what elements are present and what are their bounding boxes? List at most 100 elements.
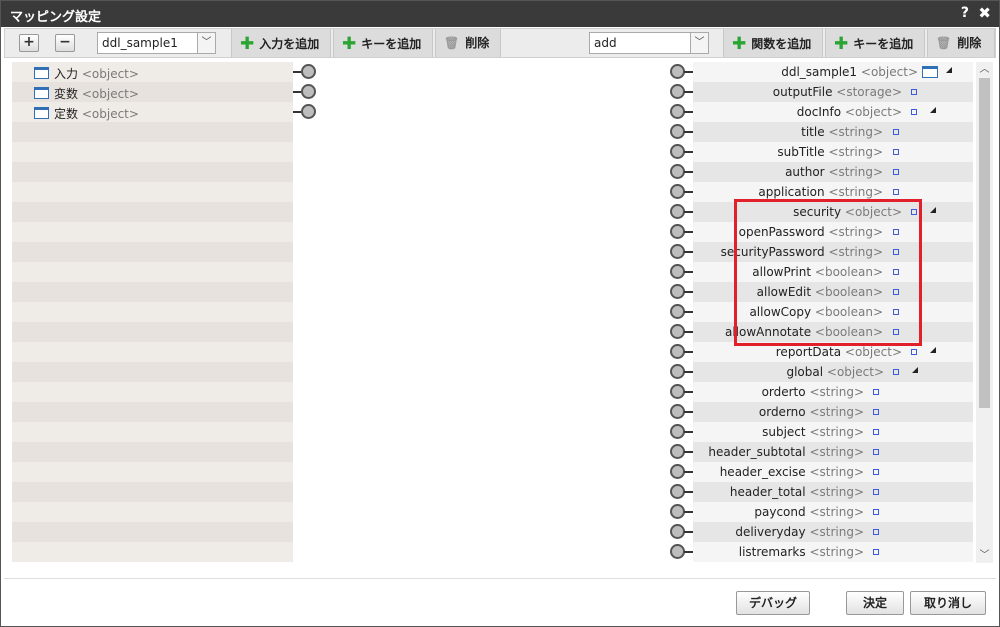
right-node[interactable]: listremarks <string> (739, 545, 864, 559)
connector-handle[interactable] (301, 84, 316, 99)
right-connector-icon[interactable] (670, 222, 694, 242)
right-node[interactable]: allowEdit <boolean> (757, 285, 883, 299)
connector-handle[interactable] (670, 464, 685, 479)
debug-button[interactable]: デバッグ (736, 591, 810, 615)
connector-handle[interactable] (670, 64, 685, 79)
right-function-select[interactable]: add ﹀ (589, 32, 709, 54)
right-node[interactable]: orderno <string> (759, 405, 864, 419)
right-delete-button[interactable]: 🗑 削除 (927, 29, 995, 57)
right-node[interactable]: allowAnnotate <boolean> (725, 325, 883, 339)
scroll-down-icon[interactable]: ﹀ (976, 548, 993, 563)
right-node[interactable]: subject <string> (762, 425, 864, 439)
right-node[interactable]: header_total <string> (730, 485, 864, 499)
connector-handle[interactable] (670, 504, 685, 519)
right-node[interactable]: securityPassword <string> (721, 245, 883, 259)
left-delete-button[interactable]: 🗑 削除 (435, 29, 501, 57)
right-connector-icon[interactable] (670, 322, 694, 342)
connector-handle[interactable] (670, 264, 685, 279)
right-connector-icon[interactable] (670, 242, 694, 262)
connector-handle[interactable] (670, 424, 685, 439)
scroll-up-icon[interactable]: ︿ (976, 62, 993, 77)
right-node[interactable]: openPassword <string> (739, 225, 883, 239)
left-node[interactable]: 定数 <object> (34, 105, 139, 122)
connector-handle[interactable] (670, 384, 685, 399)
connector-handle[interactable] (670, 304, 685, 319)
expand-triangle-icon[interactable] (912, 367, 918, 373)
expand-triangle-icon[interactable] (930, 207, 936, 213)
right-connector-icon[interactable] (670, 122, 694, 142)
connector-handle[interactable] (670, 484, 685, 499)
right-node[interactable]: allowCopy <boolean> (749, 305, 883, 319)
right-connector-icon[interactable] (670, 442, 694, 462)
left-connector-icon[interactable] (293, 62, 317, 82)
right-node[interactable]: application <string> (758, 185, 883, 199)
right-connector-icon[interactable] (670, 422, 694, 442)
right-node[interactable]: subTitle <string> (777, 145, 883, 159)
connector-handle[interactable] (670, 544, 685, 559)
connector-handle[interactable] (670, 224, 685, 239)
connector-handle[interactable] (301, 64, 316, 79)
left-connector-icon[interactable] (293, 82, 317, 102)
expand-all-button[interactable]: + (19, 34, 39, 52)
right-connector-icon[interactable] (670, 542, 694, 562)
help-icon[interactable]: ? (961, 5, 969, 21)
right-node[interactable]: outputFile <storage> (773, 85, 902, 99)
connector-handle[interactable] (670, 124, 685, 139)
vertical-scrollbar[interactable]: ︿ ﹀ (976, 62, 993, 563)
right-connector-icon[interactable] (670, 462, 694, 482)
connector-handle[interactable] (670, 164, 685, 179)
right-connector-icon[interactable] (670, 402, 694, 422)
connector-handle[interactable] (670, 444, 685, 459)
collapse-all-button[interactable]: − (55, 34, 75, 52)
cancel-button[interactable]: 取り消し (910, 591, 986, 615)
right-connector-icon[interactable] (670, 142, 694, 162)
left-node[interactable]: 入力 <object> (34, 65, 139, 82)
right-node[interactable]: docInfo <object> (797, 105, 902, 119)
connector-handle[interactable] (670, 84, 685, 99)
right-connector-icon[interactable] (670, 522, 694, 542)
right-node[interactable]: title <string> (801, 125, 883, 139)
connector-handle[interactable] (670, 284, 685, 299)
close-icon[interactable]: ✖ (978, 4, 991, 22)
expand-triangle-icon[interactable] (946, 67, 952, 73)
right-connector-icon[interactable] (670, 262, 694, 282)
left-add-key-button[interactable]: ✚ キーを追加 (333, 29, 433, 57)
right-node[interactable]: orderto <string> (762, 385, 864, 399)
ok-button[interactable]: 決定 (846, 591, 904, 615)
connector-handle[interactable] (670, 344, 685, 359)
right-node[interactable]: header_subtotal <string> (708, 445, 864, 459)
right-connector-icon[interactable] (670, 162, 694, 182)
connector-handle[interactable] (670, 104, 685, 119)
right-node[interactable]: author <string> (785, 165, 883, 179)
right-node[interactable]: global <object> (786, 365, 884, 379)
connector-handle[interactable] (301, 104, 316, 119)
right-connector-icon[interactable] (670, 482, 694, 502)
right-node[interactable]: paycond <string> (754, 505, 864, 519)
right-node[interactable]: deliveryday <string> (735, 525, 864, 539)
right-node[interactable]: allowPrint <boolean> (752, 265, 883, 279)
connector-handle[interactable] (670, 204, 685, 219)
left-source-select[interactable]: ddl_sample1 ﹀ (97, 32, 216, 54)
expand-triangle-icon[interactable] (930, 347, 936, 353)
right-connector-icon[interactable] (670, 382, 694, 402)
right-connector-icon[interactable] (670, 362, 694, 382)
left-connector-icon[interactable] (293, 102, 317, 122)
connector-handle[interactable] (670, 404, 685, 419)
right-node[interactable]: reportData <object> (776, 345, 902, 359)
connector-handle[interactable] (670, 244, 685, 259)
connector-handle[interactable] (670, 144, 685, 159)
add-function-button[interactable]: ✚ 関数を追加 (723, 29, 823, 57)
right-connector-icon[interactable] (670, 102, 694, 122)
right-add-key-button[interactable]: ✚ キーを追加 (825, 29, 925, 57)
right-connector-icon[interactable] (670, 342, 694, 362)
right-connector-icon[interactable] (670, 82, 694, 102)
connector-handle[interactable] (670, 184, 685, 199)
connector-handle[interactable] (670, 524, 685, 539)
connector-handle[interactable] (670, 364, 685, 379)
right-connector-icon[interactable] (670, 282, 694, 302)
scroll-thumb[interactable] (979, 78, 990, 408)
right-connector-icon[interactable] (670, 202, 694, 222)
expand-triangle-icon[interactable] (930, 107, 936, 113)
connector-handle[interactable] (670, 324, 685, 339)
right-connector-icon[interactable] (670, 182, 694, 202)
